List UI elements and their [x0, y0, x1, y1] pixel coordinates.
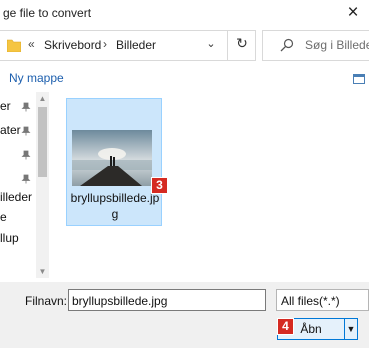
nav-item[interactable]: illeder	[0, 190, 32, 204]
close-icon[interactable]: ×	[341, 0, 365, 26]
breadcrumb-billeder[interactable]: Billeder	[116, 38, 156, 52]
file-name: bryllupsbillede.jp g	[70, 190, 160, 222]
file-name-line2: g	[111, 207, 119, 221]
step-badge: 3	[151, 177, 168, 194]
new-folder-button[interactable]: Ny mappe	[9, 71, 64, 85]
address-dropdown-icon[interactable]: ⌄	[204, 37, 218, 51]
open-dropdown-icon[interactable]: ▼	[344, 318, 358, 340]
nav-item[interactable]: ater	[0, 123, 21, 137]
address-divider	[227, 31, 228, 60]
filename-label: Filnavn:	[25, 294, 68, 308]
title-bar: ge file to convert ×	[0, 0, 369, 28]
search-input[interactable]: Søg i Billeder	[305, 38, 369, 52]
breadcrumb-skrivebord[interactable]: Skrivebord	[44, 38, 101, 52]
pin-icon	[21, 150, 31, 160]
window-title: ge file to convert	[3, 6, 92, 20]
nav-item[interactable]: er	[0, 99, 11, 113]
breadcrumb-overflow[interactable]: «	[28, 37, 35, 51]
breadcrumb-separator[interactable]: ›	[103, 37, 107, 51]
step-badge: 4	[277, 318, 294, 335]
filename-value[interactable]: bryllupsbillede.jpg	[72, 294, 167, 308]
pin-icon	[21, 126, 31, 136]
view-options-icon[interactable]	[353, 74, 365, 84]
scroll-up-icon[interactable]: ▲	[36, 92, 49, 105]
scrollbar-thumb[interactable]	[38, 107, 47, 177]
image-thumbnail	[72, 130, 152, 186]
pin-icon	[21, 102, 31, 112]
scroll-down-icon[interactable]: ▼	[36, 265, 49, 278]
nav-item[interactable]: llup	[0, 231, 19, 245]
pin-icon	[21, 174, 31, 184]
file-name-line1: bryllupsbillede.jp	[70, 191, 160, 205]
search-icon	[280, 38, 294, 52]
file-type-value[interactable]: All files(*.*)	[281, 294, 340, 308]
nav-item[interactable]: e	[0, 210, 7, 224]
folder-icon	[7, 39, 21, 52]
refresh-icon[interactable]: ↻	[234, 35, 250, 53]
